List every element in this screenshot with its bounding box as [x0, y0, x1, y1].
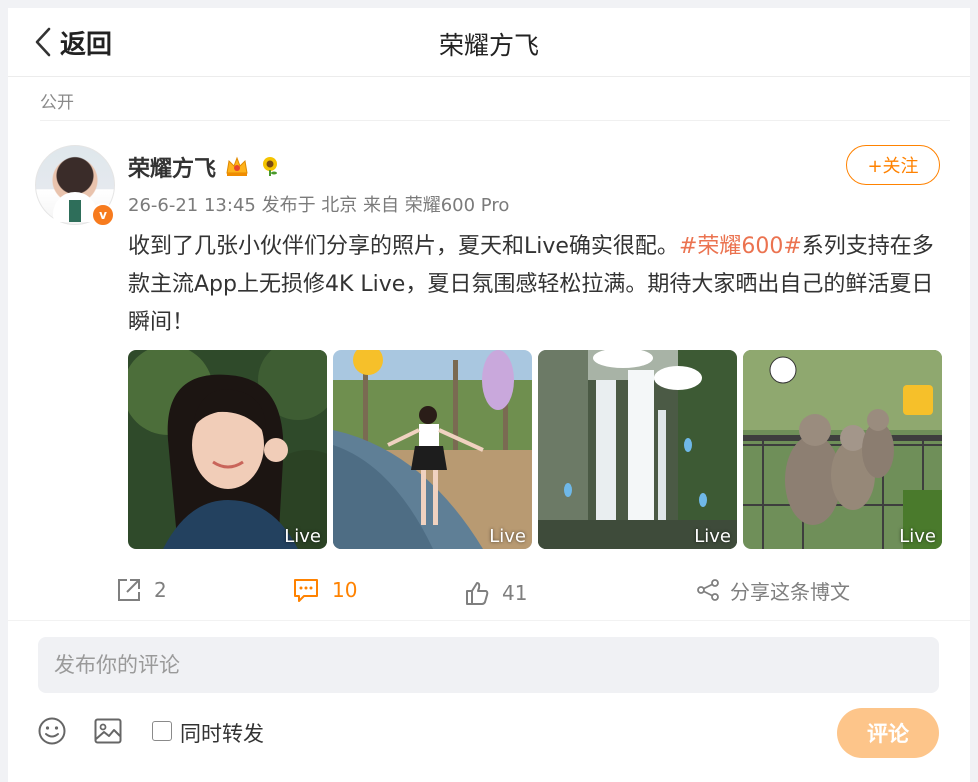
hashtag-link[interactable]: #荣耀600#	[679, 234, 802, 259]
top-bar: 返回 荣耀方飞	[8, 8, 970, 77]
repost-checkbox-label: 同时转发	[180, 722, 264, 746]
emoji-icon[interactable]	[37, 716, 67, 746]
comment-count: 10	[332, 578, 358, 602]
visibility-label: 公开	[40, 93, 74, 113]
photo-waterfall	[538, 350, 737, 549]
weibo-post-card: 返回 荣耀方飞 公开 v 荣耀方飞 26-6-21 13:45 发布于 北京 来…	[8, 8, 970, 782]
verified-badge-icon: v	[91, 203, 115, 227]
post-image-3[interactable]: Live	[538, 350, 737, 549]
post-text: 收到了几张小伙伴们分享的照片，夏天和Live确实很配。#荣耀600#系列支持在多…	[128, 228, 948, 342]
divider	[8, 620, 970, 621]
sunflower-icon	[263, 157, 277, 176]
photo-monkeys	[743, 350, 942, 549]
comment-input[interactable]	[38, 637, 939, 693]
post-image-4[interactable]: Live	[743, 350, 942, 549]
submit-comment-button[interactable]: 评论	[837, 708, 939, 758]
author-name[interactable]: 荣耀方飞	[128, 151, 216, 183]
crown-icon	[226, 156, 248, 176]
photo-girl-portrait	[128, 350, 327, 549]
post-text-part: 收到了几张小伙伴们分享的照片，夏天和Live确实很配。	[128, 234, 679, 259]
comment-icon	[294, 579, 318, 602]
repost-count: 2	[154, 578, 167, 602]
thumbs-up-icon	[466, 582, 489, 605]
post-image-2[interactable]: Live	[333, 350, 532, 549]
like-count: 41	[502, 581, 528, 605]
live-badge: Live	[489, 526, 526, 547]
avatar-shirt	[69, 200, 81, 222]
repost-icon	[118, 579, 140, 601]
image-upload-icon[interactable]	[93, 716, 123, 746]
repost-action[interactable]: 2	[116, 576, 167, 604]
share-icon	[697, 579, 719, 601]
share-label: 分享这条博文	[730, 579, 850, 604]
like-action[interactable]: 41	[464, 579, 527, 607]
page-title: 荣耀方飞	[438, 31, 539, 60]
live-badge: Live	[694, 526, 731, 547]
divider	[40, 120, 950, 121]
post-meta: 26-6-21 13:45 发布于 北京 来自 荣耀600 Pro	[128, 195, 510, 216]
follow-button[interactable]: +关注	[846, 145, 940, 185]
comment-action[interactable]: 10	[292, 576, 357, 604]
repost-checkbox[interactable]	[152, 721, 172, 741]
share-action[interactable]: 分享这条博文	[696, 576, 850, 604]
live-badge: Live	[899, 526, 936, 547]
live-badge: Live	[284, 526, 321, 547]
post-image-1[interactable]: Live	[128, 350, 327, 549]
photo-girl-park	[333, 350, 532, 549]
